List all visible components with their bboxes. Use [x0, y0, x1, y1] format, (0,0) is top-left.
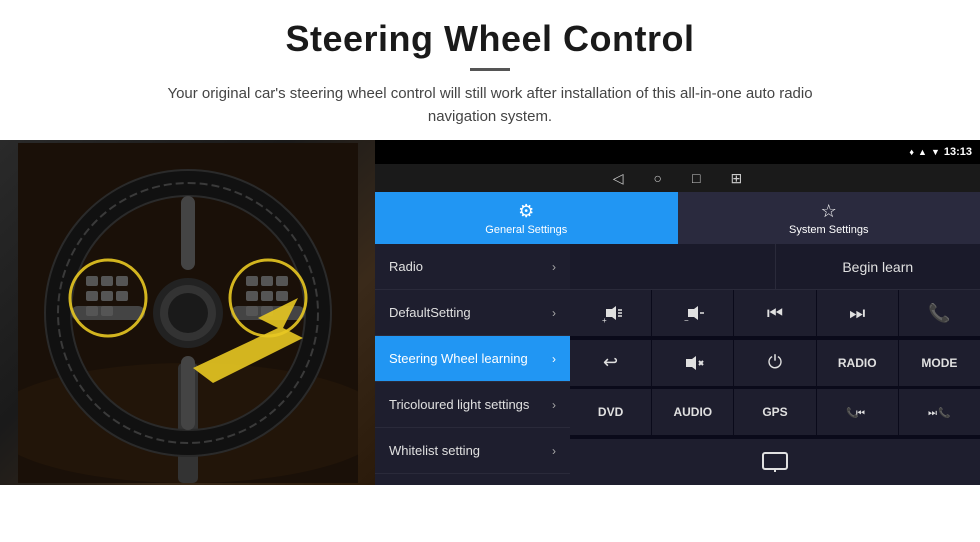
dvd-button[interactable]: DVD — [570, 389, 651, 435]
menu-item-radio[interactable]: Radio › — [375, 244, 570, 290]
main-content: ♦ ▲ ▼ 13:13 ◁ ○ □ ⊞ ⚙ General Settings ☆… — [0, 140, 980, 485]
chevron-right-icon: › — [552, 260, 556, 274]
input-field[interactable] — [570, 244, 776, 289]
wifi-icon: ▼ — [931, 147, 940, 157]
steering-wheel-image — [18, 143, 358, 483]
tab-bar: ⚙ General Settings ☆ System Settings — [375, 192, 980, 244]
svg-text:+: + — [602, 316, 607, 324]
mode-button[interactable]: MODE — [899, 340, 980, 386]
chevron-right-icon: › — [552, 398, 556, 412]
svg-text:−: − — [684, 316, 689, 324]
menu-item-steering-label: Steering Wheel learning — [389, 351, 528, 366]
begin-learn-button[interactable]: Begin learn — [776, 244, 980, 289]
chevron-right-icon: › — [552, 352, 556, 366]
controls-grid-row2: ↩ ⏻ RADIO MODE — [570, 340, 980, 390]
svg-text:📞: 📞 — [938, 406, 950, 419]
chevron-right-icon: › — [552, 444, 556, 458]
chevron-right-icon: › — [552, 306, 556, 320]
panel-content: Radio › DefaultSetting › Steering Wheel … — [375, 244, 980, 485]
svg-text:⏭: ⏭ — [928, 408, 937, 419]
system-settings-label: System Settings — [789, 224, 868, 236]
system-settings-icon: ☆ — [821, 201, 837, 222]
volume-up-button[interactable]: + — [570, 290, 651, 336]
menu-item-tricoloured[interactable]: Tricoloured light settings › — [375, 382, 570, 428]
radio-button[interactable]: RADIO — [817, 340, 898, 386]
power-button[interactable]: ⏻ — [734, 340, 815, 386]
home-button[interactable]: ○ — [654, 170, 662, 186]
extra-row — [570, 439, 980, 485]
next-track-button[interactable]: ⏭ — [817, 290, 898, 336]
status-bar: ♦ ▲ ▼ 13:13 — [375, 140, 980, 164]
menu-item-whitelist[interactable]: Whitelist setting › — [375, 428, 570, 474]
car-image-panel — [0, 140, 375, 485]
page-subtitle: Your original car's steering wheel contr… — [140, 83, 840, 128]
menu-item-default-setting[interactable]: DefaultSetting › — [375, 290, 570, 336]
title-divider — [470, 68, 510, 71]
controls-grid-row1: + − ⏮ ⏭ 📞 — [570, 290, 980, 340]
menu-item-tricoloured-label: Tricoloured light settings — [389, 397, 529, 412]
location-icon: ♦ — [909, 147, 914, 157]
right-controls: Begin learn + − ⏮ ⏭ 📞 ↩ — [570, 244, 980, 485]
svg-text:⏮: ⏮ — [856, 408, 865, 419]
android-panel: ♦ ▲ ▼ 13:13 ◁ ○ □ ⊞ ⚙ General Settings ☆… — [375, 140, 980, 485]
signal-icon: ▲ — [918, 147, 927, 157]
left-menu: Radio › DefaultSetting › Steering Wheel … — [375, 244, 570, 485]
menu-item-steering-wheel[interactable]: Steering Wheel learning › — [375, 336, 570, 382]
volume-down-button[interactable]: − — [652, 290, 733, 336]
menu-item-radio-label: Radio — [389, 259, 423, 274]
general-settings-icon: ⚙ — [518, 201, 534, 222]
phone-button[interactable]: 📞 — [899, 290, 980, 336]
status-time: 13:13 — [944, 146, 972, 158]
menu-item-whitelist-label: Whitelist setting — [389, 443, 480, 458]
call-end-button[interactable]: ↩ — [570, 340, 651, 386]
menu-item-default-label: DefaultSetting — [389, 305, 471, 320]
phone-prev-button[interactable]: 📞⏮ — [817, 389, 898, 435]
tab-general-settings[interactable]: ⚙ General Settings — [375, 192, 678, 244]
begin-learn-row: Begin learn — [570, 244, 980, 290]
tab-system-settings[interactable]: ☆ System Settings — [678, 192, 980, 244]
screen-button[interactable] — [570, 439, 980, 485]
nav-bar: ◁ ○ □ ⊞ — [375, 164, 980, 192]
recents-button[interactable]: □ — [692, 170, 700, 186]
gps-button[interactable]: GPS — [734, 389, 815, 435]
mute-button[interactable] — [652, 340, 733, 386]
general-settings-label: General Settings — [485, 224, 567, 236]
phone-next-button[interactable]: ⏭📞 — [899, 389, 980, 435]
header-section: Steering Wheel Control Your original car… — [0, 0, 980, 140]
back-button[interactable]: ◁ — [613, 170, 624, 187]
audio-button[interactable]: AUDIO — [652, 389, 733, 435]
menu-button[interactable]: ⊞ — [730, 170, 742, 187]
prev-track-button[interactable]: ⏮ — [734, 290, 815, 336]
controls-grid-row3: DVD AUDIO GPS 📞⏮ ⏭📞 — [570, 389, 980, 439]
page-title: Steering Wheel Control — [20, 18, 960, 60]
